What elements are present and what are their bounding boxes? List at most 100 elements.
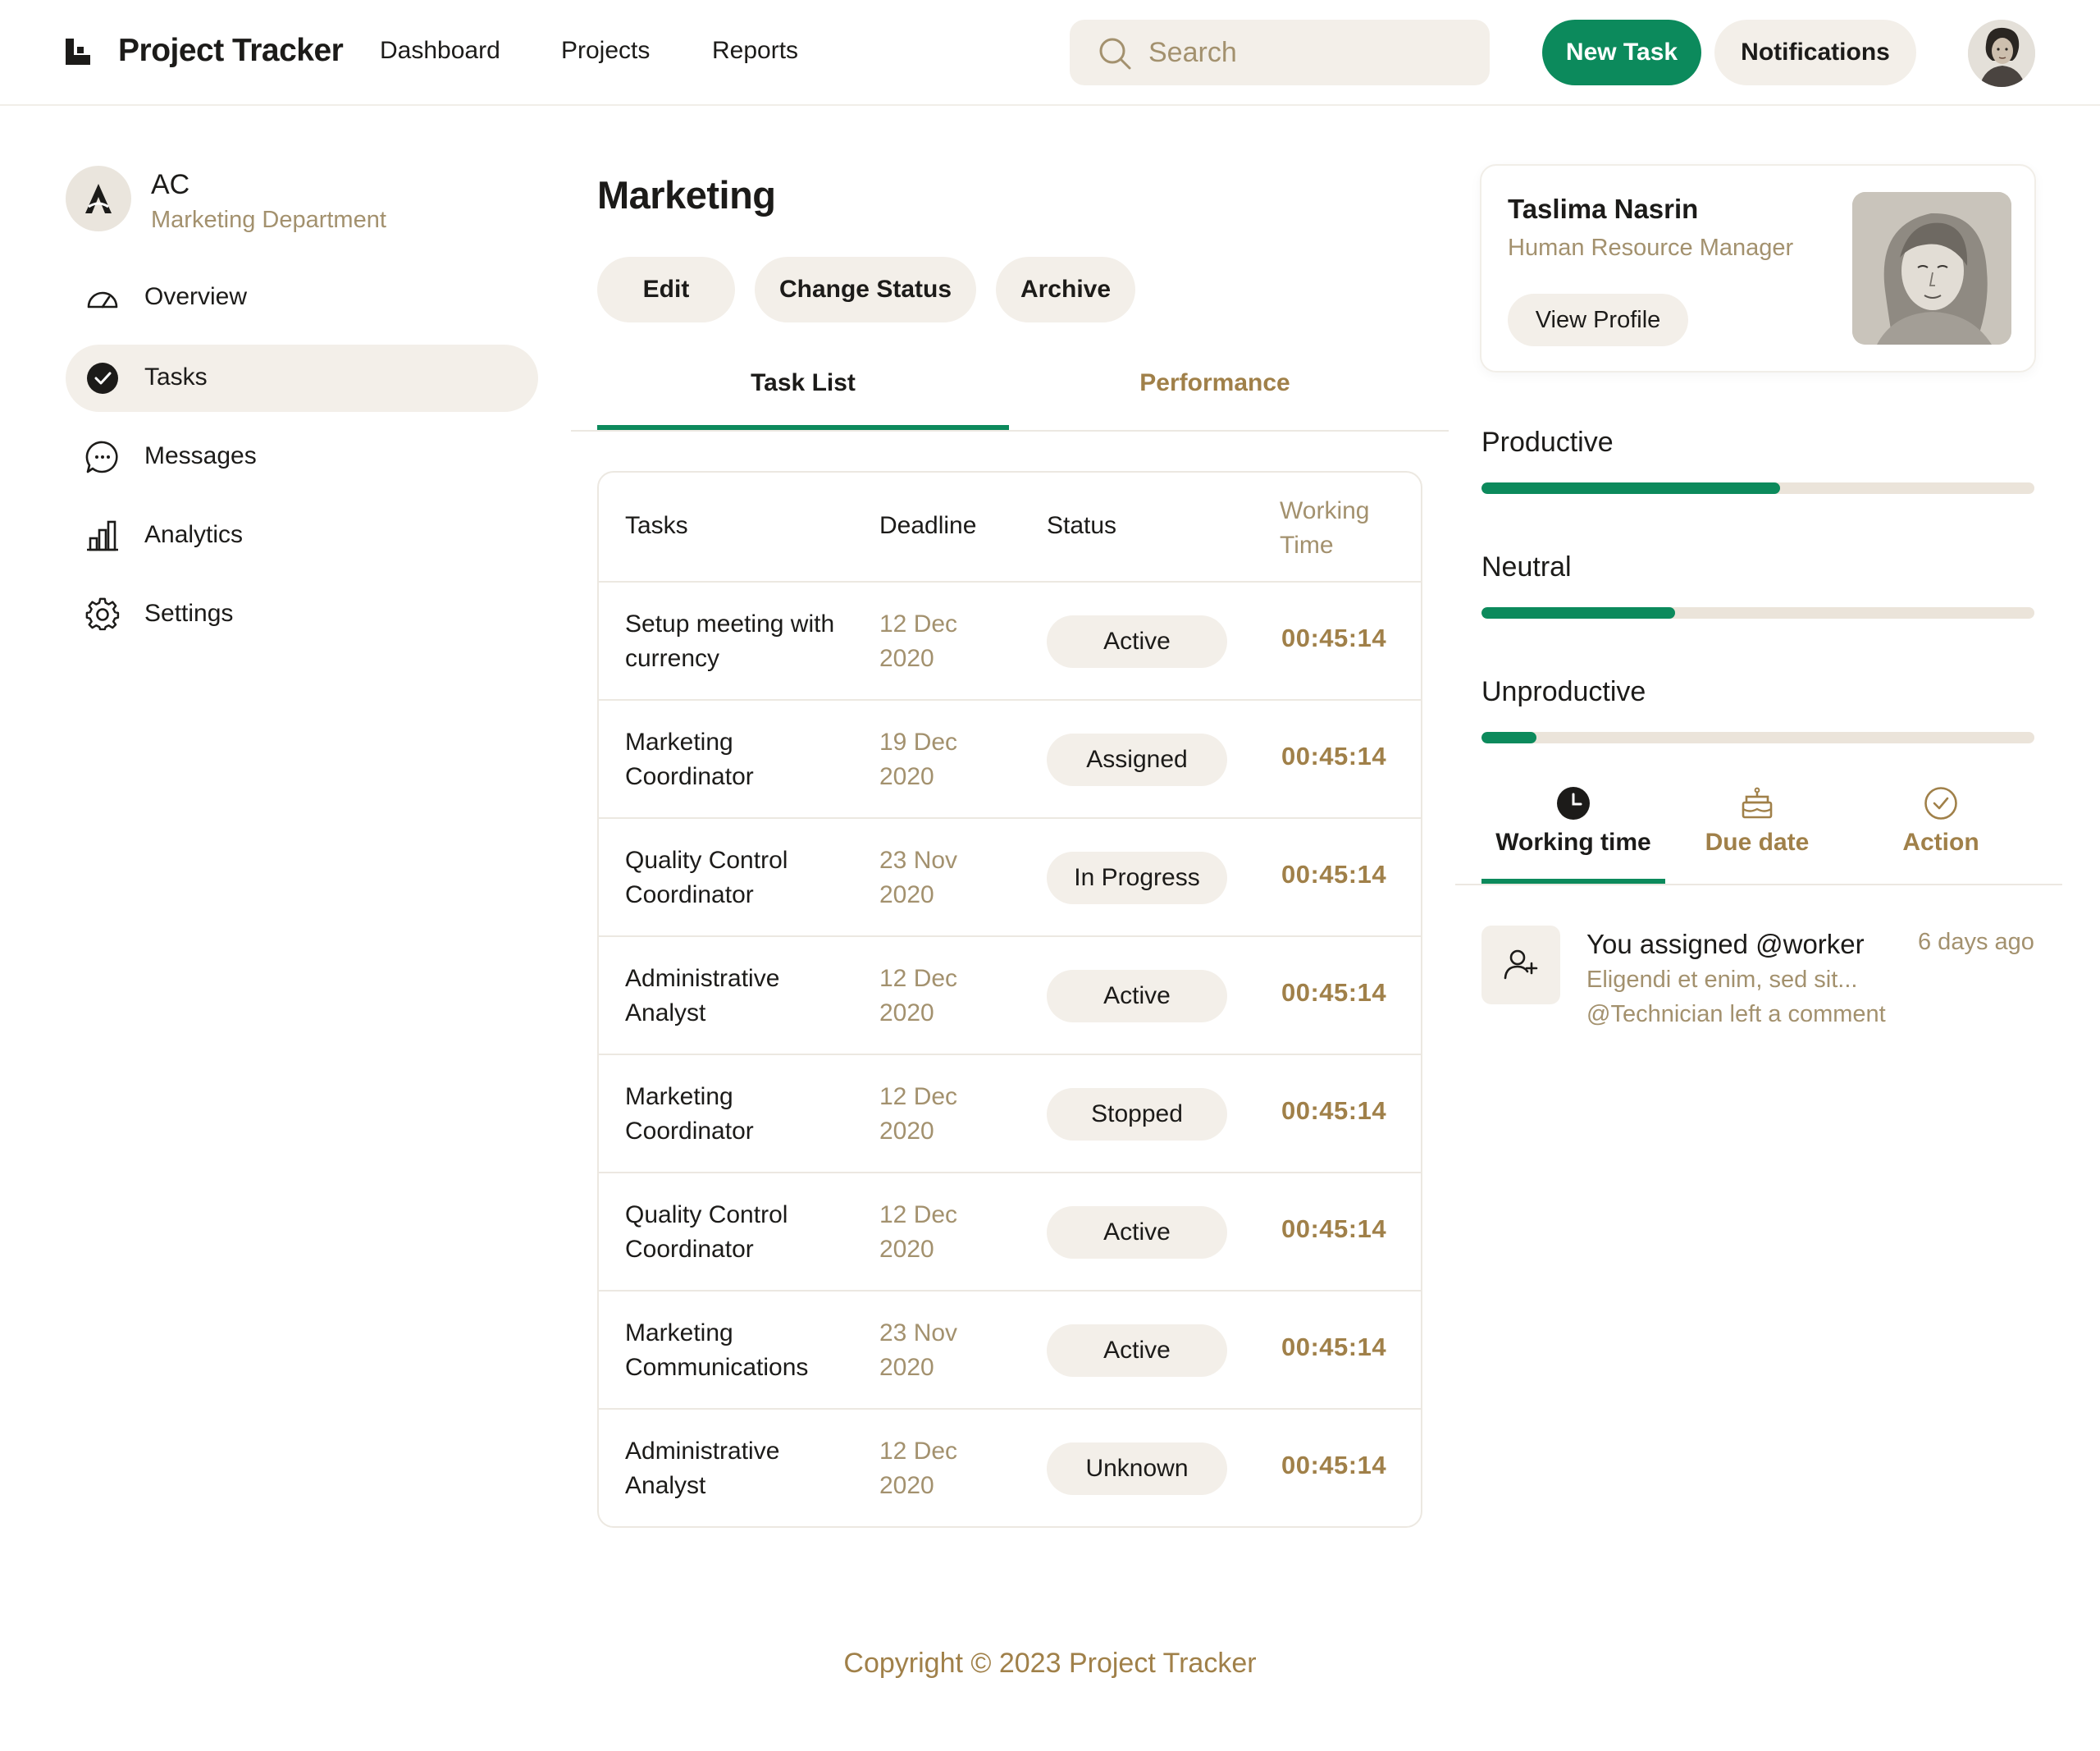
search-input[interactable] [1148,20,1468,85]
working-time: 00:45:14 [1281,624,1387,652]
sidebar-item-overview[interactable]: Overview [66,264,538,331]
tab-label: Working time [1495,829,1651,856]
productive-label: Productive [1481,427,1614,458]
nav-reports[interactable]: Reports [712,37,798,65]
task-name: Quality Control Coordinator [625,847,788,908]
notifications-button[interactable]: Notifications [1714,20,1916,85]
task-deadline: 12 Dec 2020 [879,1201,958,1263]
task-name: Marketing Coordinator [625,1083,754,1145]
gear-icon [85,597,120,631]
working-time: 00:45:14 [1281,1214,1387,1243]
unproductive-bar [1481,732,2034,743]
task-name: Marketing Coordinator [625,729,754,790]
tab-task-list[interactable]: Task List [597,369,1009,397]
working-time: 00:45:14 [1281,1333,1387,1361]
table-row[interactable]: Quality Control Coordinator 23 Nov 2020 … [599,817,1421,935]
working-time: 00:45:14 [1281,860,1387,889]
sidebar-item-label: Overview [144,283,248,310]
archive-button[interactable]: Archive [996,257,1135,322]
neutral-bar-fill [1481,607,1675,619]
tab-label: Due date [1705,829,1810,856]
sidebar-item-label: Messages [144,442,257,469]
column-header-working-time: Working Time [1280,497,1370,559]
status-badge[interactable]: Unknown [1047,1442,1227,1495]
task-deadline: 23 Nov 2020 [879,1319,958,1381]
page-title: Marketing [597,173,776,217]
status-badge[interactable]: Active [1047,615,1227,668]
task-deadline: 12 Dec 2020 [879,1438,958,1499]
status-badge[interactable]: Assigned [1047,734,1227,786]
working-time: 00:45:14 [1281,978,1387,1007]
working-time: 00:45:14 [1281,1451,1387,1479]
sidebar-item-analytics[interactable]: Analytics [66,502,538,569]
tab-due-date[interactable]: Due date [1665,786,1849,885]
tab-action[interactable]: Action [1849,786,2033,885]
productive-bar [1481,482,2034,494]
sidebar-item-label: Analytics [144,521,244,548]
user-add-icon [1504,949,1538,980]
status-badge[interactable]: Active [1047,1206,1227,1259]
task-deadline: 12 Dec 2020 [879,1083,958,1145]
profile-name: Taslima Nasrin [1508,194,1699,224]
task-name: Quality Control Coordinator [625,1201,788,1263]
check-circle-icon [87,363,118,394]
task-deadline: 12 Dec 2020 [879,965,958,1026]
task-deadline: 23 Nov 2020 [879,847,958,908]
unproductive-bar-fill [1481,732,1537,743]
sidebar-item-settings[interactable]: Settings [66,581,538,648]
status-badge[interactable]: Active [1047,970,1227,1022]
footer-copyright: Copyright © 2023 Project Tracker [843,1648,1257,1679]
column-header-tasks: Tasks [625,512,688,539]
table-row[interactable]: Setup meeting with currency 12 Dec 2020 … [599,581,1421,699]
nav-projects[interactable]: Projects [561,37,650,65]
sidebar-item-messages[interactable]: Messages [66,423,538,491]
view-profile-button[interactable]: View Profile [1508,294,1688,346]
search-icon [1099,38,1131,70]
search-box[interactable] [1070,20,1490,85]
status-badge[interactable]: Stopped [1047,1088,1227,1141]
tab-working-time[interactable]: Working time [1481,786,1665,885]
edit-button[interactable]: Edit [597,257,735,322]
tabs-divider [571,430,1449,432]
right-tabs-divider [1455,884,2062,885]
status-badge[interactable]: In Progress [1047,852,1227,904]
tab-performance[interactable]: Performance [1009,369,1421,397]
logo-icon [66,39,90,65]
gauge-icon [87,291,118,309]
table-row[interactable]: Administrative Analyst 12 Dec 2020 Activ… [599,935,1421,1054]
chat-icon [85,441,118,473]
working-time: 00:45:14 [1281,742,1387,770]
productive-bar-fill [1481,482,1780,494]
org-name: AC [151,169,190,200]
status-badge[interactable]: Active [1047,1324,1227,1377]
table-row[interactable]: Marketing Communications 23 Nov 2020 Act… [599,1290,1421,1408]
right-active-tab-indicator [1481,879,1665,884]
active-tab-indicator [597,425,1009,430]
tab-label: Action [1902,829,1979,856]
activity-timestamp: 6 days ago [1918,929,2034,955]
sidebar-item-label: Settings [144,600,234,627]
new-task-button[interactable]: New Task [1542,20,1701,85]
table-row[interactable]: Marketing Coordinator 12 Dec 2020 Stoppe… [599,1054,1421,1172]
profile-role: Human Resource Manager [1508,235,1794,261]
task-table: Tasks Deadline Status Working Time Setup… [597,471,1422,1528]
task-name: Marketing Communications [625,1319,809,1381]
brand-name[interactable]: Project Tracker [118,33,344,69]
task-name: Setup meeting with currency [625,610,835,672]
nav-dashboard[interactable]: Dashboard [380,37,500,65]
user-avatar[interactable] [1968,20,2035,87]
task-deadline: 19 Dec 2020 [879,729,958,790]
org-department: Marketing Department [151,207,386,233]
activity-avatar [1481,926,1560,1004]
table-row[interactable]: Quality Control Coordinator 12 Dec 2020 … [599,1172,1421,1290]
top-bar: Project Tracker Dashboard Projects Repor… [0,0,2100,106]
bar-chart-icon [87,520,118,551]
activity-meta[interactable]: @Technician left a comment [1586,1001,1886,1028]
sidebar-item-tasks[interactable]: Tasks [66,345,538,412]
change-status-button[interactable]: Change Status [755,257,976,322]
sidebar-item-label: Tasks [144,363,208,391]
table-row[interactable]: Administrative Analyst 12 Dec 2020 Unkno… [599,1408,1421,1526]
table-row[interactable]: Marketing Coordinator 19 Dec 2020 Assign… [599,699,1421,817]
check-circle-icon [1924,787,1957,820]
task-deadline: 12 Dec 2020 [879,610,958,672]
